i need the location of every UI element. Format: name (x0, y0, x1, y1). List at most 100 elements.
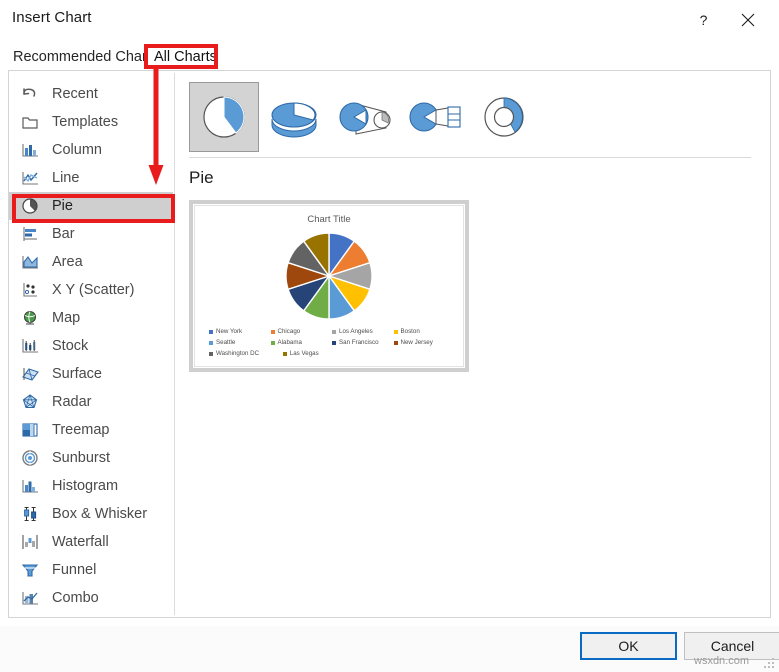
tab-strip: Recommended Charts All Charts (0, 40, 779, 71)
sidebar-item-pie[interactable]: Pie (9, 192, 173, 220)
insert-chart-dialog: Insert Chart ? Recommended Charts All Ch… (0, 0, 779, 672)
sidebar-item-recent[interactable]: Recent (9, 80, 173, 108)
sidebar-item-scatter[interactable]: X Y (Scatter) (9, 276, 173, 304)
legend-swatch (270, 329, 275, 334)
doughnut-chart-type[interactable] (469, 82, 539, 152)
pie-3d-chart-type[interactable] (259, 82, 329, 152)
legend-item: Washington DC (209, 350, 283, 357)
chart-preview-canvas: Chart Title New York Chicago Los Angeles Bo… (194, 205, 464, 367)
combo-icon (17, 587, 43, 609)
legend-label: Los Angeles (339, 328, 373, 335)
legend-label: Boston (400, 328, 420, 335)
tab-all-charts[interactable]: All Charts (145, 42, 226, 71)
sidebar-item-line[interactable]: Line (9, 164, 173, 192)
sidebar-item-sunburst-label: Sunburst (52, 450, 111, 466)
close-button[interactable] (731, 5, 765, 35)
tab-recommended-charts-label: Recommended Charts (13, 48, 159, 65)
sidebar-item-templates-label: Templates (52, 114, 119, 130)
histogram-icon (17, 475, 43, 497)
legend-label: New Jersey (400, 339, 433, 346)
pie-of-pie-chart-type[interactable] (329, 82, 399, 152)
sidebar-item-funnel-label: Funnel (52, 562, 97, 578)
close-icon (741, 13, 755, 27)
pie-of-pie-chart-type-icon (339, 102, 391, 135)
sidebar-item-radar-label: Radar (52, 394, 92, 410)
gallery-separator (189, 157, 751, 158)
ok-button[interactable]: OK (580, 632, 677, 660)
sidebar-item-waterfall-label: Waterfall (52, 534, 109, 550)
sidebar-item-scatter-label: X Y (Scatter) (52, 282, 135, 298)
legend-item: New York (209, 328, 271, 335)
line-icon (17, 167, 43, 189)
sidebar-item-box-whisker[interactable]: Box & Whisker (9, 500, 173, 528)
legend-item: San Francisco (332, 339, 394, 346)
legend-label: Chicago (277, 328, 301, 335)
sidebar-item-funnel[interactable]: Funnel (9, 556, 173, 584)
legend-swatch (282, 351, 287, 356)
sunburst-icon (17, 447, 43, 469)
sidebar-item-histogram-label: Histogram (52, 478, 119, 494)
legend-item: Seattle (209, 339, 271, 346)
legend-item: Los Angeles (332, 328, 394, 335)
legend-swatch (332, 340, 336, 345)
sidebar-item-area[interactable]: Area (9, 248, 173, 276)
sidebar-item-surface[interactable]: Surface (9, 360, 173, 388)
sidebar-item-column-label: Column (52, 142, 102, 158)
sidebar-item-stock-label: Stock (52, 338, 89, 354)
sidebar-item-map[interactable]: Map (9, 304, 173, 332)
sidebar-item-stock[interactable]: Stock (9, 332, 173, 360)
bar-icon (17, 223, 43, 245)
legend-item: Alabama (270, 339, 333, 346)
tab-recommended-charts[interactable]: Recommended Charts (4, 42, 167, 71)
tab-all-charts-label: All Charts (154, 48, 217, 65)
sidebar-item-area-label: Area (52, 254, 83, 270)
sidebar-item-combo[interactable]: Combo (9, 584, 173, 612)
cancel-button-label: Cancel (710, 638, 755, 654)
pie-3d-chart-type-icon (271, 102, 317, 138)
sidebar-item-combo-label: Combo (52, 590, 99, 606)
sidebar-item-radar[interactable]: Radar (9, 388, 173, 416)
legend-label: New York (216, 328, 243, 335)
legend-item: Boston (393, 328, 456, 335)
watermark: wsxdn.com (694, 655, 750, 667)
sidebar-item-templates[interactable]: Templates (9, 108, 173, 136)
legend-item: Chicago (270, 328, 333, 335)
legend-swatch (209, 340, 213, 345)
recent-icon (17, 83, 43, 105)
sidebar-item-pie-label: Pie (52, 198, 73, 214)
surface-icon (17, 363, 43, 385)
sidebar-item-histogram[interactable]: Histogram (9, 472, 173, 500)
sidebar-item-column[interactable]: Column (9, 136, 173, 164)
page-title: Insert Chart (12, 9, 92, 26)
legend-label: Alabama (277, 339, 302, 346)
bar-of-pie-chart-type-icon (409, 102, 461, 132)
legend-swatch (270, 340, 275, 345)
legend-item: New Jersey (393, 339, 456, 346)
sidebar-item-bar[interactable]: Bar (9, 220, 173, 248)
pie-chart-type-icon (203, 96, 245, 138)
templates-icon (17, 111, 43, 133)
sidebar-item-waterfall[interactable]: Waterfall (9, 528, 173, 556)
chart-preview[interactable]: Chart Title New York Chicago Los Angeles Bo… (189, 200, 469, 372)
legend-swatch (332, 329, 336, 334)
legend-swatch (393, 329, 398, 334)
sidebar-item-bar-label: Bar (52, 226, 75, 242)
question-mark-icon: ? (699, 13, 707, 28)
column-icon (17, 139, 43, 161)
box-whisker-icon (17, 503, 43, 525)
pie-chart-type[interactable] (189, 82, 259, 152)
resize-grip[interactable] (764, 658, 774, 668)
sidebar-item-line-label: Line (52, 170, 80, 186)
chart-subtype-gallery (189, 82, 759, 152)
bar-of-pie-chart-type[interactable] (399, 82, 469, 152)
map-icon (17, 307, 43, 329)
legend-label: Washington DC (216, 350, 260, 357)
scatter-icon (17, 279, 43, 301)
sidebar-item-treemap[interactable]: Treemap (9, 416, 173, 444)
sidebar-item-surface-label: Surface (52, 366, 102, 382)
panel-divider (174, 73, 175, 615)
legend-label: Las Vegas (289, 350, 319, 357)
sidebar-item-sunburst[interactable]: Sunburst (9, 444, 173, 472)
chart-type-name: Pie (189, 168, 214, 187)
help-button[interactable]: ? (686, 5, 720, 35)
